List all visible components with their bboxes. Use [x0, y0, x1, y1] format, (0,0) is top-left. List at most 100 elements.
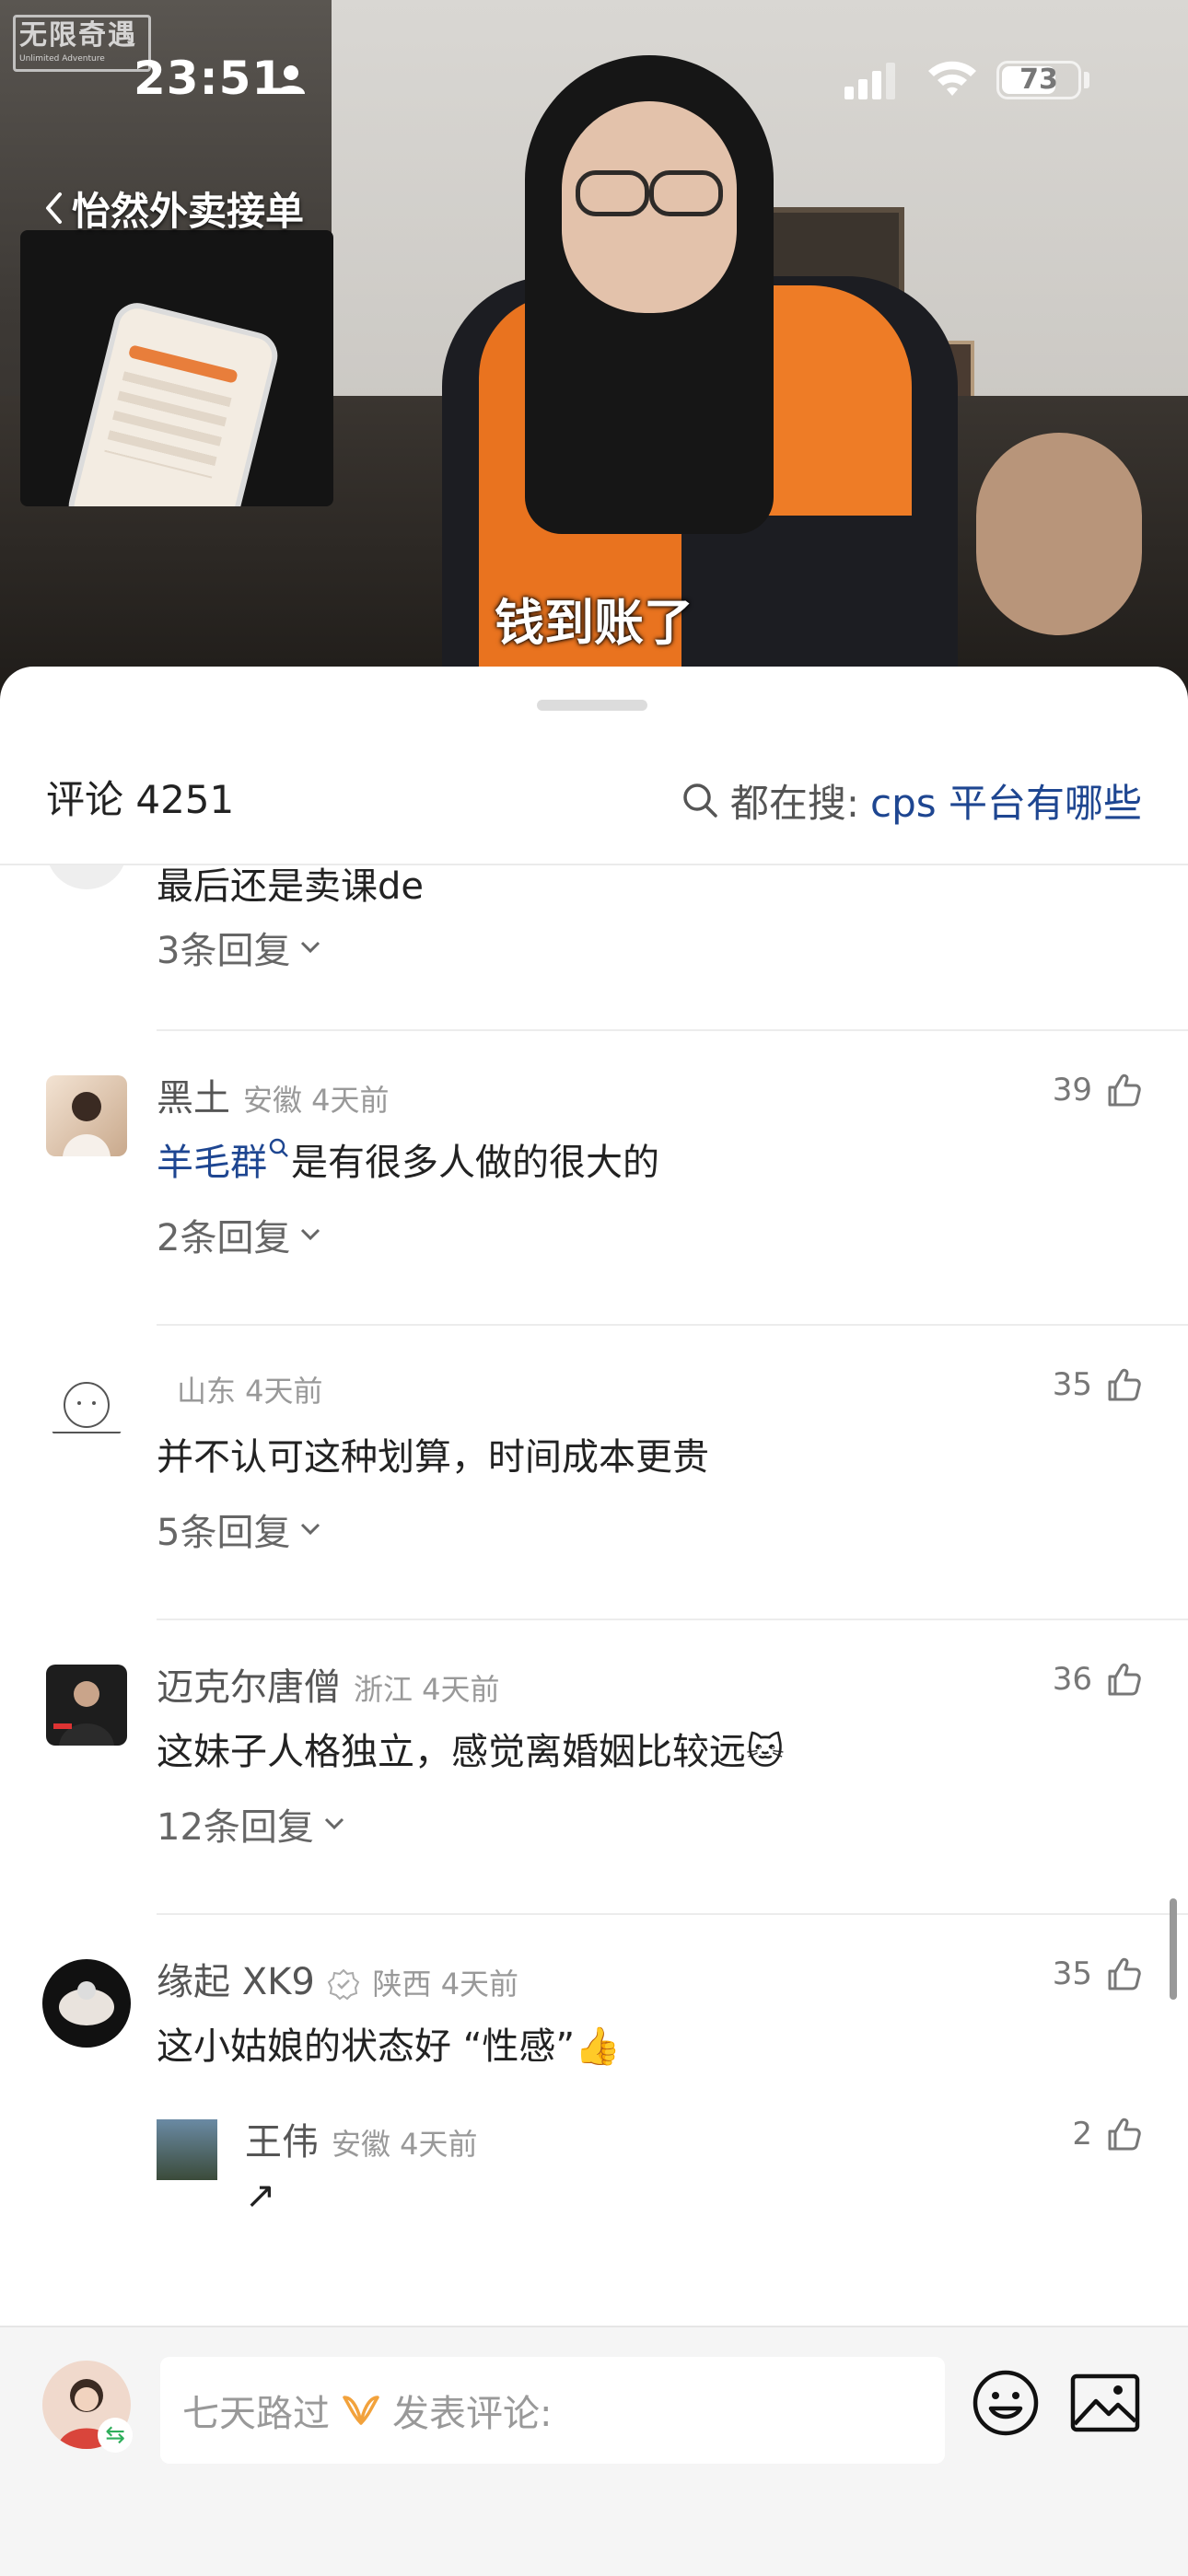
like-button[interactable]: 35 [1053, 1955, 1142, 1992]
status-time: 23:51 [134, 52, 285, 105]
watermark-subtext: Unlimited Adventure [19, 54, 105, 64]
view-replies-button[interactable]: 2条回复 [157, 1208, 321, 1261]
view-replies-button[interactable]: 12条回复 [157, 1797, 345, 1851]
comment-text: 羊毛群 是有很多人做的很大的 [157, 1132, 659, 1186]
avatar[interactable] [46, 865, 127, 889]
comment-text: 这妹子人格独立，感觉离婚姻比较远🐱 [157, 1722, 785, 1775]
battery-tip [1084, 72, 1089, 88]
avatar[interactable] [42, 1959, 131, 2048]
search-icon [683, 783, 717, 818]
scrollbar[interactable] [1170, 1898, 1177, 2000]
comments-header: 评论 4251 都在搜: cps 平台有哪些 [0, 759, 1188, 841]
emoji-button-icon[interactable] [971, 2368, 1041, 2438]
comment-text: 这小姑娘的状态好 “性感”👍 [157, 2016, 621, 2070]
battery-indicator: 73 [996, 61, 1081, 99]
comment-divider [157, 1029, 1188, 1031]
swap-account-icon[interactable]: ⇆ [98, 2418, 133, 2453]
comment-body: 这小姑娘的状态好 “性感” [157, 2025, 576, 2068]
placeholder-action: 发表评论: [392, 2393, 553, 2435]
comment-body: 是有很多人做的很大的 [291, 1142, 659, 1184]
video-player[interactable]: 无限奇遇 Unlimited Adventure 23:51 73 怡然外卖接单… [0, 0, 1188, 700]
back-button[interactable]: 怡然外卖接单 [44, 180, 304, 236]
reply-text: ↗ [245, 2175, 276, 2217]
search-label: 都在搜: [729, 780, 859, 826]
video-subtitle: 钱到账了 [495, 594, 693, 652]
thumbs-up-icon [1108, 1073, 1141, 1107]
search-query[interactable]: cps 平台有哪些 [870, 772, 1142, 829]
comment-username[interactable]: 黑土 安徽 4天前 [157, 1068, 390, 1121]
comment-divider [157, 1619, 1188, 1620]
wifi-icon [928, 61, 976, 96]
comment-count: 评论 4251 [46, 777, 235, 822]
like-count: 35 [1052, 1366, 1092, 1403]
username-label[interactable]: 黑土 [157, 1077, 230, 1120]
comment-username[interactable]: 迈克尔唐僧 浙江 4天前 [157, 1657, 500, 1711]
chevron-down-icon [301, 941, 320, 954]
avatar[interactable] [46, 1370, 127, 1451]
cat-emoji-icon: 🐱 [746, 1731, 785, 1773]
battery-percent: 73 [1019, 64, 1058, 96]
avatar[interactable] [46, 1665, 127, 1746]
verified-badge-icon [327, 1968, 359, 2001]
comment-meta: 陕西 4天前 [372, 1967, 519, 2002]
comment-meta: 浙江 4天前 [354, 1672, 500, 1707]
comment-input-bar: ⇆ 七天路过 发表评论: [0, 2326, 1188, 2576]
username-label[interactable]: 迈克尔唐僧 [157, 1666, 341, 1709]
thumbs-up-icon [1108, 2118, 1141, 2151]
comment-input[interactable]: 七天路过 发表评论: [160, 2357, 945, 2464]
like-count: 39 [1052, 1072, 1092, 1108]
like-count: 35 [1052, 1955, 1092, 1992]
video-title: 怡然外卖接单 [72, 188, 305, 234]
comment-username[interactable]: 缘起 XK9 陕西 4天前 [157, 1952, 518, 2005]
reply-username[interactable]: 王伟 安徽 4天前 [245, 2112, 478, 2165]
avatar[interactable] [46, 1075, 127, 1156]
cellular-signal-icon [844, 63, 895, 99]
comments-sheet: 评论 4251 都在搜: cps 平台有哪些 最后还是卖课de 3条回复 黑土 … [0, 667, 1188, 2574]
picture-in-picture[interactable] [20, 230, 333, 506]
like-count: 36 [1052, 1661, 1092, 1698]
like-count: 2 [1072, 2116, 1092, 2152]
comment-meta: 安徽 4天前 [243, 1083, 390, 1118]
comment-text: 并不认可这种划算，时间成本更贵 [157, 1436, 709, 1479]
like-button[interactable]: 2 [1072, 2116, 1142, 2152]
image-upload-icon[interactable] [1070, 2373, 1140, 2432]
phone-image [64, 297, 283, 506]
watermark-text: 无限奇遇 [19, 19, 137, 52]
replies-label: 5条回复 [157, 1512, 291, 1554]
like-button[interactable]: 35 [1053, 1366, 1142, 1403]
thumbs-up-icon [1108, 1663, 1141, 1696]
chevron-left-icon [46, 192, 62, 224]
replies-label: 2条回复 [157, 1217, 291, 1259]
view-replies-button[interactable]: 5条回复 [157, 1503, 321, 1556]
ribbon-icon [343, 2396, 379, 2425]
username-label[interactable]: 王伟 [245, 2121, 319, 2164]
glasses-right [649, 170, 723, 216]
sheet-drag-handle[interactable] [537, 700, 647, 711]
comment-text: 最后还是卖课de [157, 865, 424, 908]
replies-label: 3条回复 [157, 930, 291, 972]
chevron-down-icon [301, 1523, 320, 1536]
comment-body: 这妹子人格独立，感觉离婚姻比较远 [157, 1731, 746, 1773]
replies-label: 12条回复 [157, 1806, 314, 1849]
glasses-left [576, 170, 649, 216]
username-label[interactable]: 缘起 XK9 [157, 1961, 315, 2003]
watermark-logo: 无限奇遇 Unlimited Adventure [13, 15, 151, 72]
comment-list[interactable]: 最后还是卖课de 3条回复 黑土 安徽 4天前 39 羊毛群 是有很多人做的很大的 [0, 865, 1188, 2338]
thumbs-up-icon [1108, 1368, 1141, 1401]
chevron-down-icon [324, 1817, 344, 1830]
avatar[interactable] [157, 2119, 217, 2180]
person-status-icon [277, 65, 305, 94]
comment-meta: 安徽 4天前 [332, 2127, 478, 2162]
thumbs-up-icon [1108, 1957, 1141, 1990]
placeholder-name: 七天路过 [182, 2393, 330, 2435]
like-button[interactable]: 39 [1053, 1072, 1142, 1108]
view-replies-button[interactable]: 3条回复 [157, 921, 321, 974]
comment-meta: 山东 4天前 [177, 1374, 323, 1409]
trending-search[interactable]: 都在搜: cps 平台有哪些 [681, 759, 1142, 841]
mention-link[interactable]: 羊毛群 [157, 1142, 267, 1184]
thumbs-up-emoji-icon: 👍 [575, 2025, 621, 2068]
comment-divider [157, 1913, 1188, 1915]
comment-divider [157, 1324, 1188, 1326]
search-icon [269, 1138, 288, 1157]
like-button[interactable]: 36 [1053, 1661, 1142, 1698]
